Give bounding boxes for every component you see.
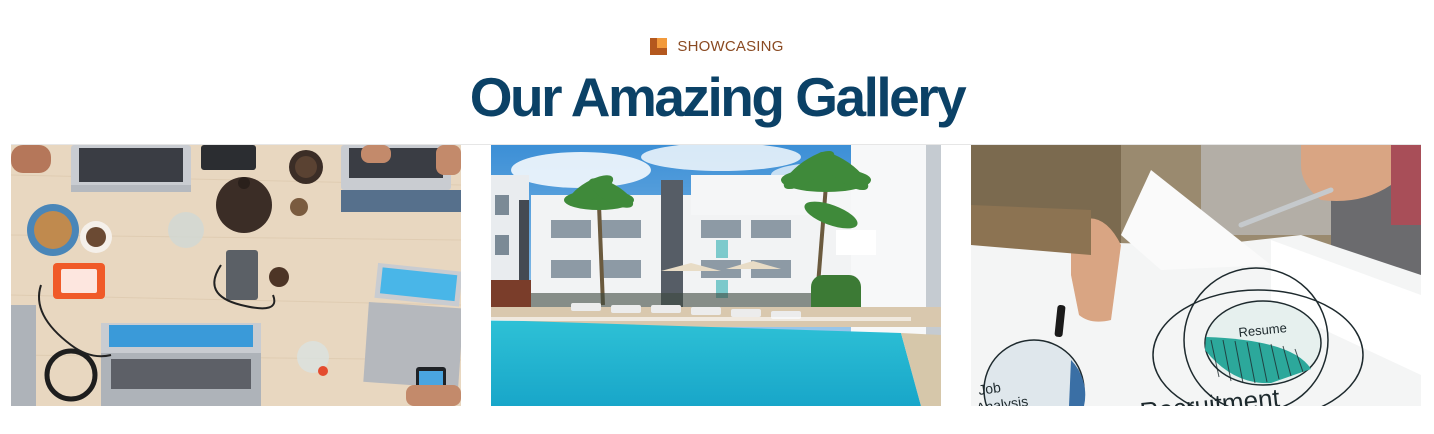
hotel-pool-illustration [491, 145, 941, 406]
diagram-label-job: Job [977, 379, 1002, 398]
recruitment-illustration: Resume Job Analysis Recruitment [971, 145, 1421, 406]
eyebrow-label: SHOWCASING [677, 38, 784, 55]
eyebrow-square-icon [650, 38, 668, 55]
gallery-image-recruitment[interactable]: Resume Job Analysis Recruitment [971, 145, 1421, 406]
eyebrow: SHOWCASING [0, 38, 1434, 55]
section-title: Our Amazing Gallery [469, 66, 967, 128]
gallery-image-workspace[interactable] [11, 145, 461, 406]
workspace-illustration [11, 145, 461, 406]
gallery-grid: Resume Job Analysis Recruitment [11, 145, 1421, 406]
gallery-header: SHOWCASING Our Amazing Gallery [0, 0, 1434, 145]
gallery-image-hotel-pool[interactable] [491, 145, 941, 406]
